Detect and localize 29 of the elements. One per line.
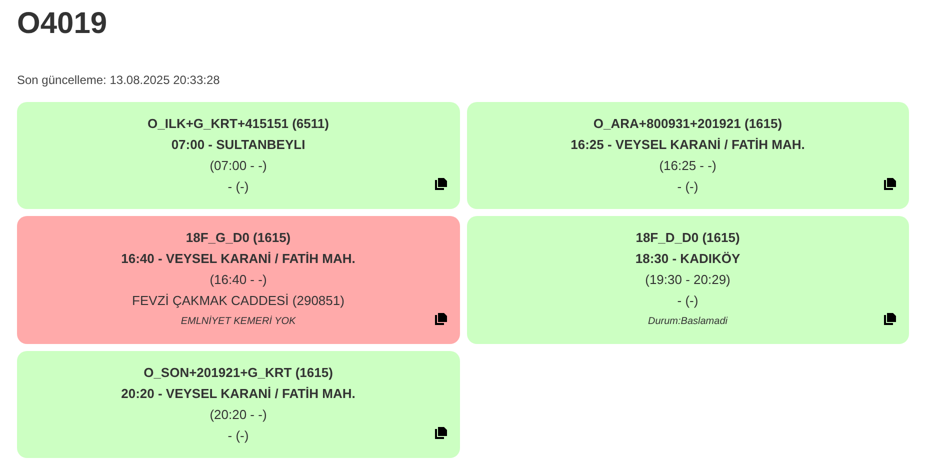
trip-code: 18F_G_D0 (1615) — [186, 229, 291, 247]
route-text: 20:20 - VEYSEL KARANİ / FATİH MAH. — [121, 385, 356, 403]
location-text: - (-) — [677, 178, 698, 196]
route-text: 16:40 - VEYSEL KARANİ / FATİH MAH. — [121, 250, 356, 268]
time-range: (19:30 - 20:29) — [645, 271, 730, 289]
trip-code: O_SON+201921+G_KRT (1615) — [144, 364, 333, 382]
trip-code: O_ARA+800931+201921 (1615) — [593, 115, 782, 133]
route-text: 07:00 - SULTANBEYLI — [171, 136, 306, 154]
location-text: FEVZİ ÇAKMAK CADDESİ (290851) — [132, 292, 344, 310]
copy-icon[interactable] — [434, 177, 448, 191]
location-text: - (-) — [228, 427, 249, 445]
last-update-text: Son güncelleme: 13.08.2025 20:33:28 — [17, 72, 221, 89]
copy-icon[interactable] — [434, 312, 448, 326]
trip-code: O_ILK+G_KRT+415151 (6511) — [148, 115, 329, 133]
location-text: - (-) — [228, 178, 249, 196]
route-text: 16:25 - VEYSEL KARANİ / FATİH MAH. — [570, 136, 805, 154]
trip-code: 18F_D_D0 (1615) — [636, 229, 740, 247]
note-text: Durum:Baslamadi — [648, 315, 728, 329]
copy-icon[interactable] — [883, 177, 897, 191]
time-range: (20:20 - -) — [210, 406, 267, 424]
time-range: (16:40 - -) — [210, 271, 267, 289]
location-text: - (-) — [677, 292, 698, 310]
time-range: (16:25 - -) — [659, 157, 716, 175]
page-title: O4019 — [17, 6, 108, 42]
copy-icon[interactable] — [883, 312, 897, 326]
time-range: (07:00 - -) — [210, 157, 267, 175]
route-text: 18:30 - KADIKÖY — [635, 250, 740, 268]
copy-icon[interactable] — [434, 426, 448, 440]
note-text: EMLNİYET KEMERİ YOK — [180, 314, 296, 329]
